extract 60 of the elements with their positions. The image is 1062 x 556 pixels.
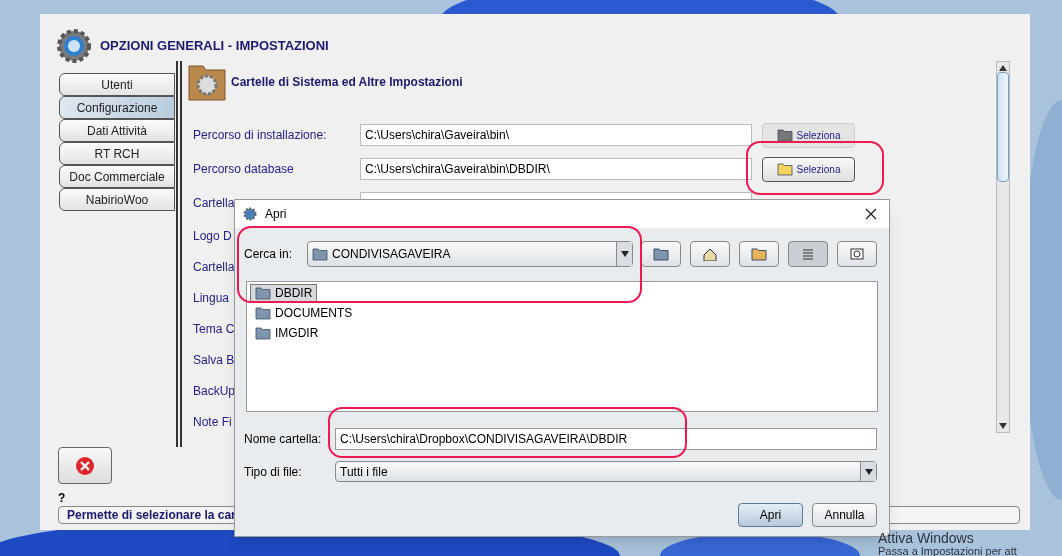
folder-item[interactable]: DOCUMENTS — [250, 304, 358, 322]
dropdown-arrow-icon — [864, 468, 873, 475]
folder-icon — [255, 306, 271, 320]
setting-label: Lingua — [193, 289, 230, 307]
look-in-dropdown[interactable]: CONDIVISAGAVEIRA — [307, 241, 633, 267]
new-folder-icon — [751, 247, 767, 261]
setting-label: Percorso di installazione: — [193, 127, 328, 144]
section-title: Cartelle di Sistema ed Altre Impostazioni — [231, 74, 463, 91]
cancel-button[interactable]: Annulla — [812, 503, 877, 527]
folder-gear-icon — [187, 62, 227, 102]
dialog-title: Apri — [265, 206, 288, 223]
activation-title: Attiva Windows — [878, 531, 975, 545]
side-tab[interactable]: RT RCH — [59, 142, 175, 165]
setting-label: Percorso database — [193, 161, 295, 178]
side-tab[interactable]: Configurazione — [59, 96, 175, 119]
folder-item[interactable]: DBDIR — [250, 284, 318, 302]
setting-label: BackUp — [193, 382, 236, 400]
side-tab[interactable]: Dati Attività — [59, 119, 175, 142]
gear-icon — [243, 207, 257, 221]
home-button[interactable] — [690, 241, 730, 267]
file-type-label: Tipo di file: — [244, 463, 303, 481]
close-icon — [75, 455, 95, 476]
setting-label: Tema C — [193, 320, 235, 338]
setting-label: Salva B — [193, 351, 235, 369]
scroll-down-icon[interactable] — [999, 422, 1007, 430]
setting-label: Logo D — [193, 227, 232, 245]
folder-name-field[interactable]: C:\Users\chira\Dropbox\CONDIVISAGAVEIRA\DBDIR — [335, 428, 877, 450]
setting-label: Note Fi — [193, 413, 232, 431]
scrollbar-thumb[interactable] — [997, 72, 1009, 182]
select-button[interactable]: Seleziona — [762, 156, 855, 182]
side-tab[interactable]: Doc Commerciale — [59, 165, 175, 188]
look-in-label: Cerca in: — [244, 246, 294, 263]
side-tab[interactable]: NabirioWoo — [59, 188, 175, 211]
home-icon — [702, 247, 718, 261]
gear-icon — [56, 27, 92, 64]
path-field[interactable]: C:\Users\chira\Gaveira\bin\DBDIR\ — [360, 158, 752, 180]
close-button[interactable] — [58, 447, 112, 484]
folder-up-icon — [653, 247, 669, 261]
folder-name-label: Nome cartella: — [244, 431, 323, 448]
window-title: OPZIONI GENERALI - IMPOSTAZIONI — [100, 36, 329, 55]
folder-icon — [312, 247, 328, 261]
details-view-button[interactable] — [837, 241, 877, 267]
setting-label: Cartella — [193, 258, 235, 276]
folder-icon — [255, 326, 271, 340]
folder-item[interactable]: IMGDIR — [250, 324, 324, 342]
help-mark: ? — [58, 492, 67, 504]
new-folder-button[interactable] — [739, 241, 779, 267]
setting-label: Cartella — [193, 195, 236, 212]
folder-icon — [776, 162, 793, 176]
list-view-button[interactable] — [788, 241, 828, 267]
dropdown-arrow-icon — [620, 251, 629, 257]
folder-icon — [255, 286, 271, 300]
up-folder-button[interactable] — [641, 241, 681, 267]
file-type-dropdown[interactable]: Tutti i file — [335, 461, 877, 482]
side-tab[interactable]: Utenti — [59, 73, 175, 96]
details-icon — [849, 247, 865, 261]
folder-icon — [776, 128, 793, 142]
close-icon[interactable] — [865, 208, 877, 220]
open-button[interactable]: Apri — [738, 503, 803, 527]
list-icon — [800, 247, 816, 261]
